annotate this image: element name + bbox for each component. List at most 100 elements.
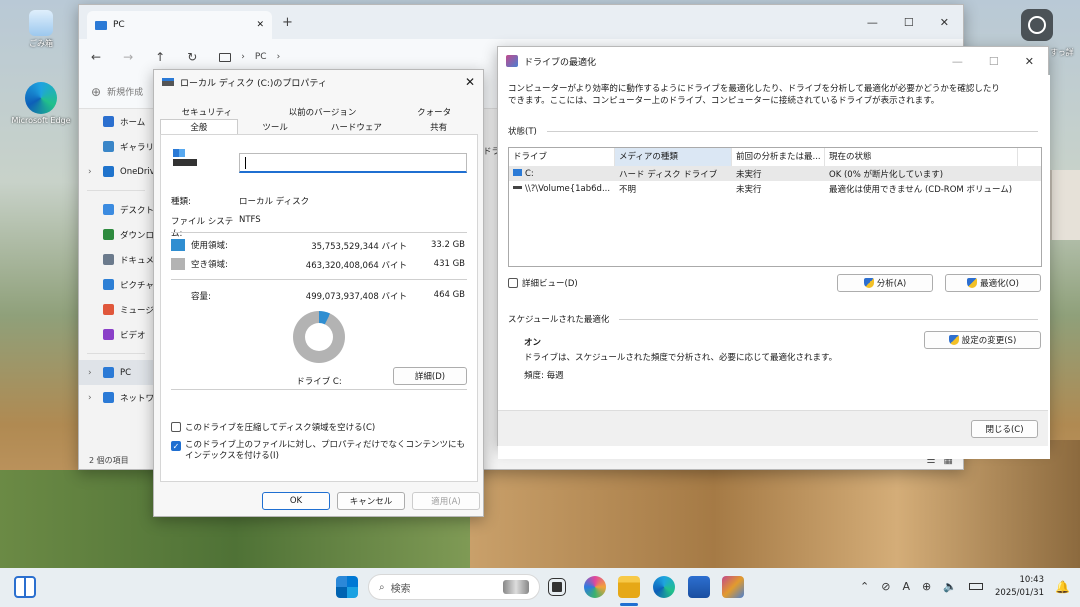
- clock-time: 10:43: [1019, 575, 1045, 585]
- address-bar[interactable]: › PC ›: [219, 52, 280, 62]
- sidebar-divider: [87, 353, 145, 354]
- chevron-up-icon[interactable]: ⌃: [860, 580, 869, 593]
- maximize-button[interactable]: ☐: [904, 16, 914, 29]
- close-tab-icon[interactable]: ✕: [256, 20, 264, 30]
- sidebar-item-pc[interactable]: › PC: [79, 360, 153, 385]
- explorer-tab-pc[interactable]: PC ✕: [87, 11, 272, 39]
- sidebar-item-gallery[interactable]: ギャラリー: [79, 134, 153, 159]
- drive-row[interactable]: C: ハード ディスク ドライブ 未実行 OK (0% が断片化しています): [509, 166, 1041, 181]
- analyze-button[interactable]: 分析(A): [837, 274, 933, 292]
- user-widget-icon[interactable]: [1021, 9, 1053, 41]
- optimize-button[interactable]: 最適化(O): [945, 274, 1041, 292]
- minimize-button[interactable]: —: [952, 55, 963, 68]
- drive-row[interactable]: \\?\Volume{1ab6d... 不明 未実行 最適化は使用できません (…: [509, 181, 1041, 196]
- tab-tools[interactable]: ツール: [238, 119, 313, 134]
- sidebar-item-music[interactable]: ミュージック: [79, 297, 153, 322]
- file-explorer-taskbar-icon[interactable]: [618, 576, 640, 598]
- chevron-right-icon: ›: [276, 52, 281, 62]
- desktop-recycle-bin[interactable]: ごみ箱: [11, 10, 71, 49]
- defrag-taskbar-icon[interactable]: [722, 576, 744, 598]
- desktop-icon-label: ごみ箱: [29, 39, 53, 48]
- col-media-type[interactable]: メディアの種類: [615, 148, 732, 166]
- desktop-edge[interactable]: Microsoft Edge: [11, 82, 71, 125]
- drive-properties-dialog: ローカル ディスク (C:)のプロパティ ✕ セキュリティ 以前のバージョン ク…: [153, 69, 484, 517]
- drive-name-input[interactable]: [239, 153, 467, 173]
- index-content-checkbox[interactable]: ✓ このドライブ上のファイルに対し、プロパティだけでなくコンテンツにもインデック…: [171, 440, 467, 462]
- forward-arrow-icon[interactable]: →: [123, 50, 133, 64]
- close-dialog-icon[interactable]: ✕: [465, 75, 475, 89]
- chevron-right-icon[interactable]: ›: [88, 393, 92, 403]
- schedule-description: ドライブは、スケジュールされた頻度で分析され、必要に応じて最適化されます。: [524, 353, 838, 363]
- sidebar-item-pictures[interactable]: ピクチャ: [79, 272, 153, 297]
- apply-button[interactable]: 適用(A): [412, 492, 480, 510]
- status-section-header: 状態(T): [508, 125, 1038, 137]
- tab-hardware[interactable]: ハードウェア: [313, 119, 401, 134]
- chevron-right-icon[interactable]: ›: [88, 368, 92, 378]
- drive-list-header: ドライブ メディアの種類 前回の分析または最... 現在の状態: [509, 148, 1041, 166]
- drive-list[interactable]: ドライブ メディアの種類 前回の分析または最... 現在の状態 C: ハード デ…: [508, 147, 1042, 267]
- free-label: 空き領域:: [191, 260, 228, 270]
- checkbox-box[interactable]: [171, 422, 181, 432]
- ok-button[interactable]: OK: [262, 492, 330, 510]
- cancel-button[interactable]: キャンセル: [337, 492, 405, 510]
- system-tray: ⌃ ⊘ A ⊕ 🔈: [860, 580, 983, 593]
- change-settings-button[interactable]: 設定の変更(S): [924, 331, 1041, 349]
- network-off-icon[interactable]: ⊘: [881, 580, 890, 593]
- shield-icon: [863, 278, 874, 288]
- explorer-tabbar: PC ✕ + — ☐ ✕: [79, 5, 963, 39]
- disk-cleanup-details-button[interactable]: 詳細(D): [393, 367, 467, 385]
- up-arrow-icon[interactable]: ↑: [155, 50, 165, 64]
- notification-bell-icon[interactable]: 🔔: [1055, 580, 1070, 594]
- add-tab-button[interactable]: +: [282, 15, 293, 30]
- ime-indicator[interactable]: A: [902, 580, 910, 593]
- task-view-icon[interactable]: [548, 578, 566, 596]
- status-label: 状態(T): [508, 127, 537, 137]
- desktop-text-fragment: すっ詳: [1050, 48, 1074, 57]
- copilot-icon[interactable]: [584, 576, 606, 598]
- sidebar-item-video[interactable]: ビデオ: [79, 322, 153, 347]
- back-arrow-icon[interactable]: ←: [91, 50, 101, 64]
- used-gb: 33.2 GB: [430, 240, 465, 250]
- edge-taskbar-icon[interactable]: [653, 576, 675, 598]
- maximize-button[interactable]: ☐: [989, 55, 999, 68]
- start-button-icon[interactable]: [336, 576, 358, 598]
- sidebar-item-document[interactable]: ドキュメント: [79, 247, 153, 272]
- sidebar-item-label: ギャラリー: [120, 142, 153, 153]
- sidebar-item-home[interactable]: ホーム: [79, 109, 153, 134]
- taskbar-clock[interactable]: 10:43 2025/01/31: [995, 574, 1044, 600]
- sidebar-item-download[interactable]: ダウンロード: [79, 222, 153, 247]
- col-current-status[interactable]: 現在の状態: [825, 148, 1018, 166]
- tab-security[interactable]: セキュリティ: [160, 104, 254, 119]
- refresh-icon[interactable]: ↻: [187, 50, 197, 64]
- tab-sharing[interactable]: 共有: [400, 119, 477, 134]
- taskbar-search[interactable]: ⌕ 検索: [368, 574, 540, 600]
- minimize-button[interactable]: —: [867, 16, 878, 29]
- defrag-body: コンピューターがより効率的に動作するようにドライブを最適化したり、ドライブを分析…: [498, 75, 1050, 459]
- free-bytes: 463,320,408,064 バイト: [305, 261, 407, 271]
- checkbox-box[interactable]: [508, 278, 518, 288]
- disk-usage-donut: [293, 311, 345, 363]
- col-last-analyzed[interactable]: 前回の分析または最...: [732, 148, 825, 166]
- globe-icon[interactable]: ⊕: [922, 580, 931, 593]
- widgets-icon[interactable]: [14, 576, 36, 598]
- sidebar-item-desktop[interactable]: デスクトップ: [79, 197, 153, 222]
- detail-view-checkbox[interactable]: 詳細ビュー(D): [508, 277, 578, 289]
- chevron-right-icon[interactable]: ›: [88, 167, 92, 177]
- tab-previous-versions[interactable]: 以前のバージョン: [254, 104, 392, 119]
- tab-general[interactable]: 全般: [160, 119, 238, 134]
- new-button[interactable]: 新規作成: [107, 85, 143, 98]
- sidebar-item-network[interactable]: › ネットワーク: [79, 385, 153, 410]
- battery-icon[interactable]: [968, 583, 983, 590]
- tab-quota[interactable]: クォータ: [391, 104, 477, 119]
- close-window-button[interactable]: ✕: [940, 16, 949, 29]
- volume-icon[interactable]: 🔈: [943, 580, 957, 593]
- close-window-button[interactable]: ✕: [1025, 55, 1034, 68]
- close-button[interactable]: 閉じる(C): [971, 420, 1038, 438]
- store-icon[interactable]: [688, 576, 710, 598]
- drive-name: \\?\Volume{1ab6d...: [525, 183, 611, 194]
- sidebar-item-cloud[interactable]: › OneDrive: [79, 159, 153, 184]
- checkbox-box-checked[interactable]: ✓: [171, 441, 181, 451]
- col-drive[interactable]: ドライブ: [509, 148, 615, 166]
- breadcrumb-pc[interactable]: PC: [255, 52, 267, 62]
- compress-drive-checkbox[interactable]: このドライブを圧縮してディスク領域を空ける(C): [171, 421, 375, 433]
